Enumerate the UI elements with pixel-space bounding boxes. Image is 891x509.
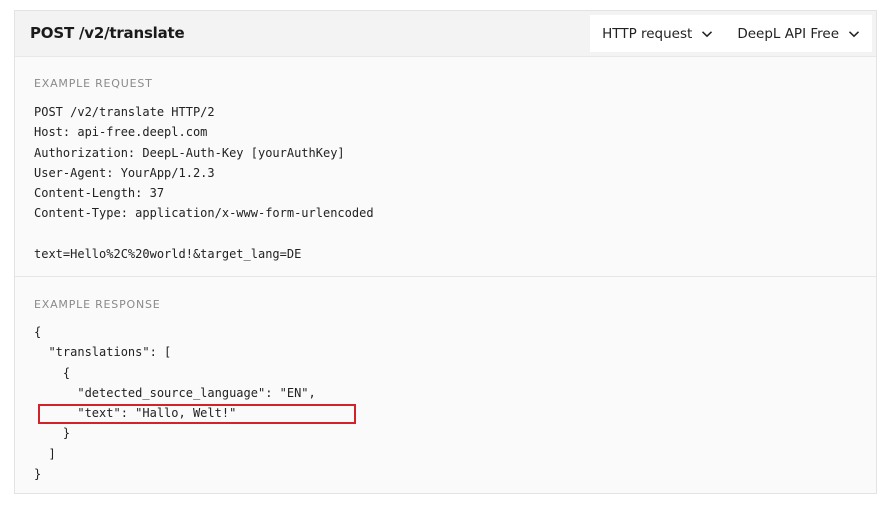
protocol-dropdown-label: HTTP request <box>602 25 693 42</box>
response-line: ] <box>34 446 56 461</box>
request-line: Content-Length: 37 <box>34 186 165 201</box>
request-line: Content-Type: application/x-www-form-url… <box>34 206 374 221</box>
example-request-code: POST /v2/translate HTTP/2 Host: api-free… <box>34 102 374 264</box>
response-line: { <box>34 365 71 380</box>
request-line: User-Agent: YourApp/1.2.3 <box>34 165 215 180</box>
request-line: POST /v2/translate HTTP/2 <box>34 105 215 119</box>
protocol-dropdown[interactable]: HTTP request <box>590 15 725 52</box>
example-request-label: EXAMPLE REQUEST <box>34 77 153 90</box>
plan-dropdown-label: DeepL API Free <box>737 25 839 42</box>
plan-dropdown[interactable]: DeepL API Free <box>725 15 872 52</box>
response-line: "translations": [ <box>34 345 172 360</box>
request-line: Authorization: DeepL-Auth-Key [yourAuthK… <box>34 145 345 160</box>
highlight-box <box>38 404 356 424</box>
section-divider <box>15 276 876 277</box>
response-line: { <box>34 325 42 339</box>
response-line: } <box>34 467 42 482</box>
response-line: "detected_source_language": "EN", <box>34 385 316 400</box>
header-dropdowns: HTTP request DeepL API Free <box>590 15 872 52</box>
endpoint-title: POST /v2/translate <box>30 24 185 42</box>
endpoint-header: POST /v2/translate HTTP request DeepL AP… <box>15 11 876 57</box>
request-body-line: text=Hello%2C%20world!&target_lang=DE <box>34 247 302 262</box>
example-response-label: EXAMPLE RESPONSE <box>34 298 161 311</box>
chevron-down-icon <box>848 28 860 40</box>
chevron-down-icon <box>701 28 713 40</box>
response-line: } <box>34 426 71 441</box>
request-line: Host: api-free.deepl.com <box>34 125 208 140</box>
